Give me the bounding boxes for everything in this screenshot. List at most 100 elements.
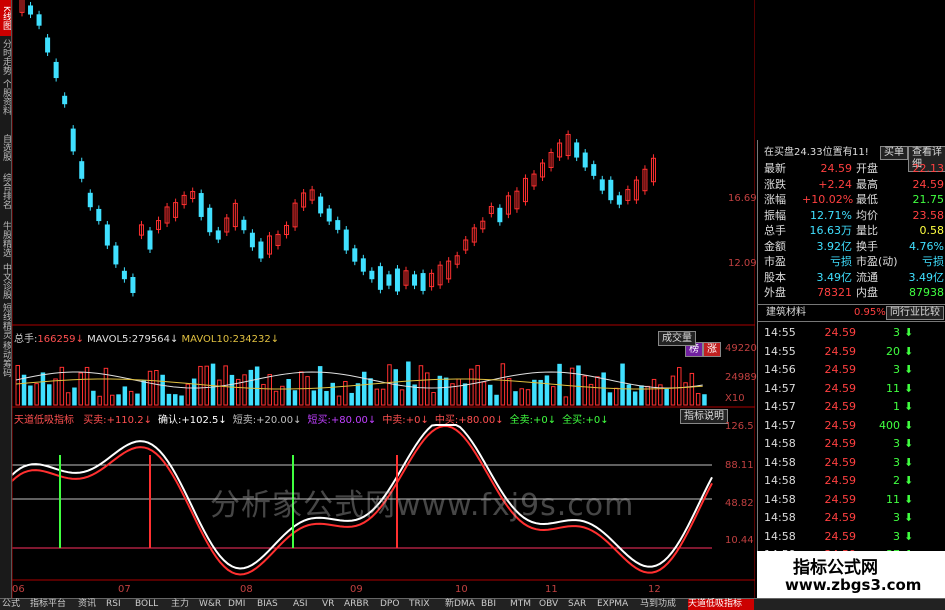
bottom-tab[interactable]: SAR [568,599,595,610]
candle-body [198,193,204,217]
bottom-tab[interactable]: EXPMA [597,599,638,610]
volume-bar [122,386,128,406]
bottom-tab[interactable]: VR [322,599,342,610]
volume-bar [154,370,159,406]
bottom-tab[interactable]: 主力 [171,599,197,610]
bottom-tab[interactable]: 天道低吸指标 [688,599,754,610]
side-tab[interactable]: 个股资料 [0,78,11,116]
volume-bar [443,377,449,406]
volume-bar [380,388,386,406]
volume-bar [116,394,121,406]
bottom-tab[interactable]: DPO [380,599,407,610]
tick-price: 24.59 [824,437,857,450]
volume-bar [431,392,436,406]
bottom-tab[interactable]: MTM [510,599,537,610]
volume-bar [513,391,518,406]
tick-row: 14:57 24.59 400 ⬇ [758,417,945,435]
down-arrow-icon: ⬇ [904,344,914,358]
tick-price: 24.59 [824,492,857,506]
bottom-tab[interactable]: ARBR [344,599,378,610]
bottom-tab[interactable]: DMI [228,599,255,610]
side-tab[interactable]: 短线精灵 [0,302,11,340]
bottom-tab[interactable]: ASI [293,599,320,610]
volume-bar [393,369,398,406]
quote-label: 最新 [764,162,786,175]
quote-value: 87938 [909,286,944,299]
tick-volume: 20 [886,344,900,358]
candle-body [599,179,605,191]
side-tab[interactable]: K线图 [0,0,11,36]
tick-price: 24.59 [824,344,857,358]
volume-bar [488,384,493,406]
quote-value: 78321 [817,286,852,299]
quote-label: 股本 [764,270,786,284]
bottom-tab[interactable]: BIAS [257,599,291,610]
bottom-tab[interactable]: 新DMA [445,599,479,610]
bottom-tab[interactable]: BBI [481,599,508,610]
tick-time: 14:58 [764,437,796,450]
volume-bar [72,387,77,406]
volume-bar [173,394,178,406]
side-tab[interactable]: 自选股 [0,128,11,166]
volume-bar [110,394,115,406]
volume-bar [311,390,317,406]
volume-bar [525,389,531,406]
quote-value: 21.75 [912,193,945,206]
side-tab[interactable]: 牛股精选 [0,220,11,258]
candle-body [497,207,503,223]
side-tab[interactable]: 分时走势 [0,38,11,76]
volume-bar [40,372,46,406]
side-tab[interactable]: 中文诊股 [0,262,11,300]
side-tab[interactable]: 综合排名 [0,172,11,210]
volume-button[interactable]: 成交量 [658,331,696,346]
volume-bar [576,365,581,406]
bottom-tab[interactable]: 指标平台 [30,599,76,610]
quote-label: 市盈 [764,255,786,268]
bottom-tab[interactable]: 公式 [2,599,28,610]
tick-row: 14:58 24.59 3 ⬇ [758,435,945,453]
marker-zhang[interactable]: 涨 [703,342,721,357]
volume-bar [538,379,543,406]
volume-bar [78,372,83,406]
volume-bar [166,393,172,406]
bottom-tab[interactable]: RSI [106,599,133,610]
quote-row: 股本 3.49亿 流通 3.49亿 [758,271,945,285]
quote-value: 亏损 [830,255,852,268]
buy-order-button[interactable]: 买单 [880,146,908,160]
volume-axis-label: 49220 [725,343,757,354]
volume-bar [481,381,487,406]
tick-volume: 3 [893,511,900,524]
volume-bar [198,365,203,406]
bottom-tab[interactable]: 马到功成 [640,599,686,610]
indicator-explain-button[interactable]: 指标说明 [680,409,728,424]
volume-bar [506,378,512,406]
tick-row: 14:55 24.59 3 ⬇ [758,324,945,342]
down-arrow-icon: ⬇ [904,474,914,487]
industry-compare-button[interactable]: 同行业比较 [886,306,944,320]
volume-axis-label: X10 [725,393,745,404]
bottom-tab[interactable]: W&R [199,599,226,610]
bottom-tab[interactable]: BOLL [135,599,169,610]
volume-bar [456,378,461,406]
quote-label: 量比 [856,224,878,237]
indicator-axis-label: 48.82 [725,498,754,509]
bottom-tab[interactable]: TRIX [409,599,443,610]
quote-value: +10.02% [802,193,854,206]
volume-bar [620,363,625,406]
tick-volume: 3 [893,455,900,469]
volume-bar [336,395,342,406]
bottom-tab[interactable]: OBV [539,599,566,610]
quote-value: 3.92亿 [816,239,853,253]
volume-bar [97,395,102,406]
tick-time: 14:56 [764,363,796,376]
bottom-tab[interactable]: 资讯 [78,599,104,610]
volume-bar [267,374,272,406]
tick-price: 24.59 [824,529,857,543]
volume-bar [664,387,669,406]
volume-bar [437,375,443,406]
tick-time: 14:58 [764,511,796,524]
quote-value: 4.76% [909,239,944,253]
volume-bar [254,366,260,406]
candle-body [62,95,68,105]
side-tab[interactable]: 移动筹码 [0,340,11,378]
